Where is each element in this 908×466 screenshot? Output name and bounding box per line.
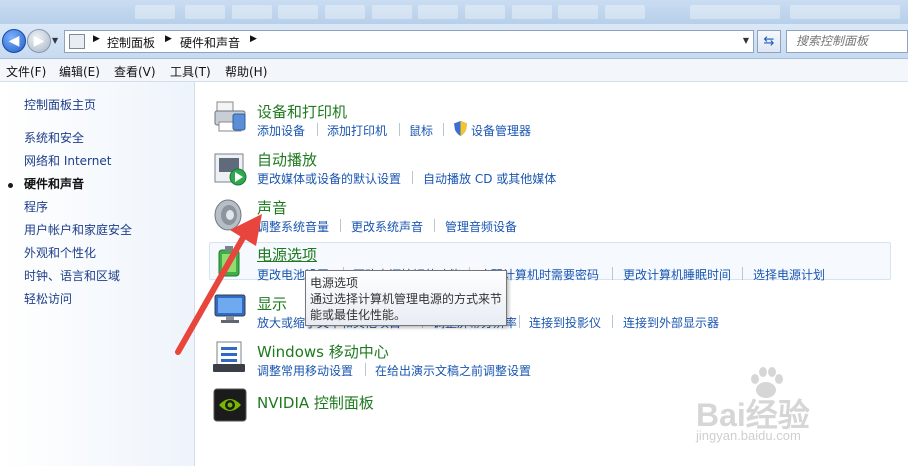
title-tab[interactable] xyxy=(605,5,645,19)
sidebar-item-programs[interactable]: 程序 xyxy=(24,198,48,215)
autoplay-icon[interactable] xyxy=(213,152,247,186)
nvidia-icon[interactable] xyxy=(213,388,247,422)
divider xyxy=(742,267,743,280)
menu-bar: 文件(F) 编辑(E) 查看(V) 工具(T) 帮助(H) xyxy=(0,59,908,82)
category-autoplay[interactable]: 自动播放 xyxy=(257,149,317,170)
sidebar-home[interactable]: 控制面板主页 xyxy=(24,96,96,113)
divider xyxy=(434,219,435,232)
divider xyxy=(365,363,366,376)
back-button[interactable]: ◀ xyxy=(2,29,26,53)
title-tab[interactable] xyxy=(372,5,412,19)
tooltip-description: 通过选择计算机管理电源的方式来节能或最佳化性能。 xyxy=(310,292,503,322)
task-mouse[interactable]: 鼠标 xyxy=(409,122,433,139)
tooltip-title: 电源选项 xyxy=(310,276,359,290)
task-change-sleep-time[interactable]: 更改计算机睡眠时间 xyxy=(623,266,731,283)
sidebar-item-network[interactable]: 网络和 Internet xyxy=(24,152,111,169)
uac-shield-icon xyxy=(454,121,467,136)
sidebar-item-ease-of-access[interactable]: 轻松访问 xyxy=(24,290,72,307)
refresh-button[interactable]: ⇆ xyxy=(757,30,781,53)
task-choose-power-plan[interactable]: 选择电源计划 xyxy=(753,266,825,283)
title-tab[interactable] xyxy=(690,5,780,19)
breadcrumb-arrow-icon[interactable]: ▶ xyxy=(93,34,100,44)
window-titlebar xyxy=(0,0,908,24)
category-nvidia[interactable]: NVIDIA 控制面板 xyxy=(257,392,374,413)
title-tab[interactable] xyxy=(185,5,225,19)
divider xyxy=(317,123,318,136)
sidebar-item-clock-region[interactable]: 时钟、语言和区域 xyxy=(24,267,120,284)
power-options-tooltip: 电源选项 通过选择计算机管理电源的方式来节能或最佳化性能。 xyxy=(305,270,507,326)
sidebar-item-appearance[interactable]: 外观和个性化 xyxy=(24,244,96,261)
breadcrumb-arrow-icon[interactable]: ▶ xyxy=(165,34,172,44)
title-tab[interactable] xyxy=(135,5,175,19)
divider xyxy=(399,123,400,136)
task-change-media-defaults[interactable]: 更改媒体或设备的默认设置 xyxy=(257,170,401,187)
refresh-icon: ⇆ xyxy=(763,34,775,49)
task-connect-external-display[interactable]: 连接到外部显示器 xyxy=(623,314,719,331)
title-tab[interactable] xyxy=(278,5,318,19)
menu-edit[interactable]: 编辑(E) xyxy=(59,63,100,80)
address-field[interactable]: ▶ 控制面板 ▶ 硬件和声音 ▶ ▼ xyxy=(64,30,754,53)
task-change-system-sounds[interactable]: 更改系统声音 xyxy=(351,218,423,235)
breadcrumb-control-panel[interactable]: 控制面板 xyxy=(107,34,155,51)
sidebar-item-user-accounts[interactable]: 用户帐户和家庭安全 xyxy=(24,221,132,238)
task-presentation-settings[interactable]: 在给出演示文稿之前调整设置 xyxy=(375,362,531,379)
recent-pages-dropdown[interactable]: ▼ xyxy=(52,36,58,45)
baidu-jingyan-watermark: Bai经验 jingyan.baidu.com xyxy=(692,366,902,450)
category-devices-printers[interactable]: 设备和打印机 xyxy=(257,101,347,122)
title-tab[interactable] xyxy=(512,5,552,19)
current-item-bullet xyxy=(8,183,13,188)
divider xyxy=(340,219,341,232)
sidebar-item-system-security[interactable]: 系统和安全 xyxy=(24,129,84,146)
menu-file[interactable]: 文件(F) xyxy=(6,63,46,80)
title-tab[interactable] xyxy=(790,5,900,19)
task-autoplay-cd[interactable]: 自动播放 CD 或其他媒体 xyxy=(423,170,556,187)
divider xyxy=(412,171,413,184)
task-manage-audio-devices[interactable]: 管理音频设备 xyxy=(445,218,517,235)
annotation-arrow-icon xyxy=(175,214,262,355)
address-toolbar: ◀ ▶ ▼ ▶ 控制面板 ▶ 硬件和声音 ▶ ▼ ⇆ xyxy=(0,24,908,59)
title-tab[interactable] xyxy=(465,5,505,19)
arrow-right-icon: ▶ xyxy=(33,33,45,49)
arrow-left-icon: ◀ xyxy=(8,33,20,49)
divider xyxy=(612,267,613,280)
title-tab[interactable] xyxy=(558,5,598,19)
breadcrumb-arrow-icon[interactable]: ▶ xyxy=(250,34,257,44)
task-add-device[interactable]: 添加设备 xyxy=(257,122,305,139)
menu-help[interactable]: 帮助(H) xyxy=(225,63,267,80)
task-connect-projector[interactable]: 连接到投影仪 xyxy=(529,314,601,331)
search-box[interactable] xyxy=(786,30,908,53)
control-panel-icon xyxy=(69,34,85,49)
forward-button[interactable]: ▶ xyxy=(27,29,51,53)
divider xyxy=(612,315,613,328)
sidebar-item-hardware-sound: 硬件和声音 xyxy=(24,177,85,191)
menu-view[interactable]: 查看(V) xyxy=(114,63,156,80)
task-adjust-mobility-settings[interactable]: 调整常用移动设置 xyxy=(257,362,353,379)
search-input[interactable] xyxy=(787,31,906,50)
title-tab[interactable] xyxy=(325,5,365,19)
divider xyxy=(519,315,520,328)
task-add-printer[interactable]: 添加打印机 xyxy=(327,122,387,139)
address-dropdown-icon[interactable]: ▼ xyxy=(743,36,749,45)
menu-tools[interactable]: 工具(T) xyxy=(170,63,211,80)
task-device-manager[interactable]: 设备管理器 xyxy=(471,122,531,139)
title-tab[interactable] xyxy=(418,5,458,19)
divider xyxy=(443,123,444,136)
title-tab[interactable] xyxy=(232,5,272,19)
breadcrumb-hardware-sound[interactable]: 硬件和声音 xyxy=(180,34,240,51)
watermark-url: jingyan.baidu.com xyxy=(696,428,801,443)
printer-icon[interactable] xyxy=(213,100,247,134)
